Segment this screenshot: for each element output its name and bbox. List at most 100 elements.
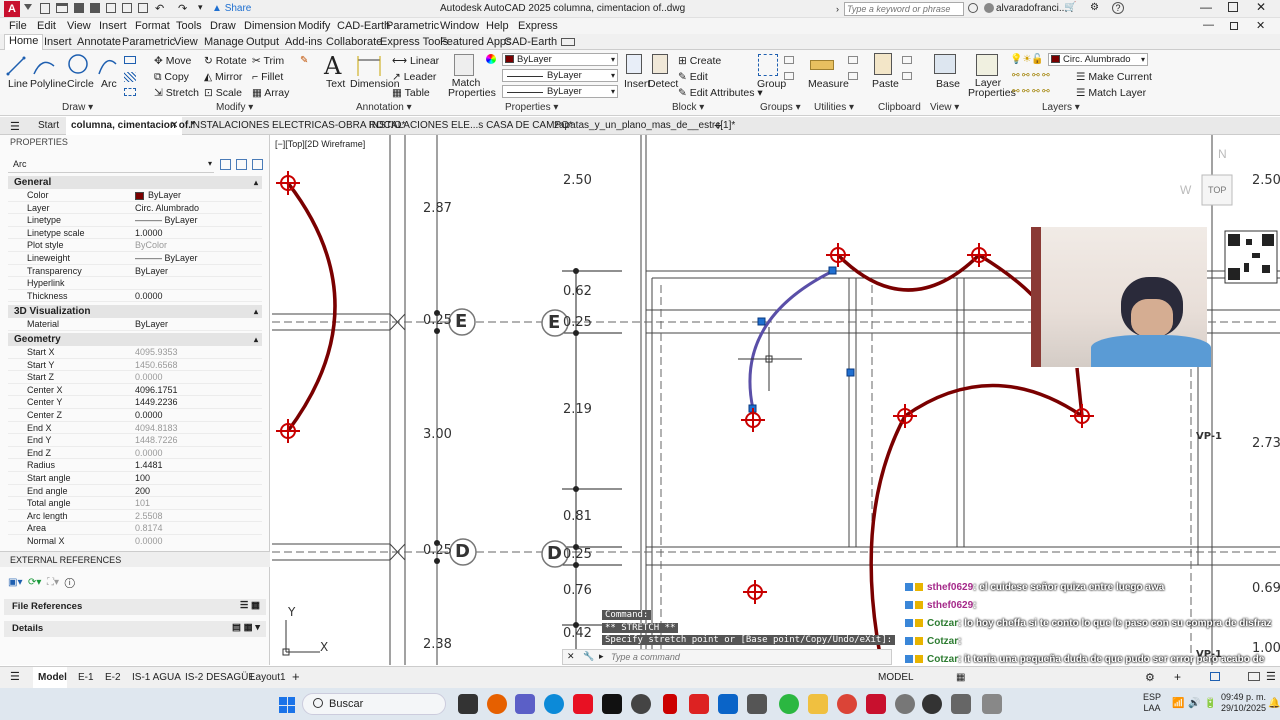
file-explorer-icon[interactable] [808,694,828,714]
doc-tab-close-icon[interactable]: ✕ [170,120,178,131]
save-as-icon[interactable] [90,3,100,13]
doc-restore-button[interactable] [1230,22,1238,30]
match-properties-icon[interactable] [454,54,474,76]
xref-toolbar[interactable]: ▣▾ ⟳▾ ⛶▾ ⓘ [8,577,75,588]
share-button[interactable]: ▲ Share [212,3,251,14]
linetype-dropdown[interactable]: ByLayer ▾ [502,85,618,98]
outlook-icon[interactable] [718,694,738,714]
menu-tools[interactable]: Tools [176,20,202,32]
undo-icon[interactable]: ↶ [155,2,164,15]
notification-bell-icon[interactable]: 🔔 [1268,698,1280,709]
property-row[interactable]: End angle 200 [8,485,262,498]
property-row[interactable]: Center X 4096.1751 [8,384,262,397]
measure-button[interactable]: Measure [808,78,849,90]
menu-edit[interactable]: Edit [37,20,56,32]
menu-file[interactable]: File [9,20,27,32]
menu-draw[interactable]: Draw [210,20,236,32]
property-value[interactable]: 4094.8183 [135,422,178,435]
layout-tab-e2[interactable]: E-2 [105,672,121,683]
property-row[interactable]: End Z 0.0000 [8,447,262,460]
tab-parametric[interactable]: Parametric [122,36,175,48]
tiktok-icon[interactable] [602,694,622,714]
property-row[interactable]: Center Y 1449.2236 [8,396,262,409]
app-icon[interactable] [631,694,651,714]
layer-dropdown[interactable]: Circ. Alumbrado ▾ [1048,53,1148,66]
help-icon[interactable]: ? [1112,2,1124,14]
view-panel-label[interactable]: View ▾ [930,102,959,113]
teams-icon[interactable] [515,694,535,714]
whatsapp-icon[interactable] [779,694,799,714]
base-view-button[interactable]: Base [936,78,960,90]
command-close-icon[interactable]: ✕ [567,651,575,662]
cart-icon[interactable]: 🛒 [1064,2,1076,13]
wifi-icon[interactable]: 📶 [1172,698,1184,709]
copy-clip-icon[interactable] [902,56,912,64]
property-row[interactable]: Arc length 2.5508 [8,510,262,523]
property-row[interactable]: Start Z 0.0000 [8,371,262,384]
leader-button[interactable]: ↗ Leader [392,71,436,83]
clock[interactable]: 09:49 p. m. 29/10/2025 [1210,692,1266,714]
refresh-icon[interactable]: ⟳▾ [28,577,41,588]
ribbon-options-icon[interactable] [561,38,575,46]
quick-select-icon[interactable] [848,56,858,64]
layer-tools-icons-2[interactable]: ⚯ ⚯ ⚯ ⚯ [1012,86,1050,97]
menu-express[interactable]: Express [518,20,558,32]
arc-icon[interactable] [96,54,118,78]
attach-icon[interactable]: ▣▾ [8,577,22,588]
command-line[interactable]: ✕ 🔧 ▸ [562,649,892,665]
app-3-icon[interactable] [951,694,971,714]
polyline-icon[interactable] [32,54,56,78]
group-icon[interactable] [758,54,778,76]
new-icon[interactable] [40,3,50,14]
tab-output[interactable]: Output [246,36,279,48]
property-value[interactable]: 0.0000 [135,409,163,422]
xref-help-icon[interactable]: ⓘ [65,577,75,588]
table-button[interactable]: ▦ Table [392,87,430,99]
hardware-accel-icon[interactable] [1210,672,1220,681]
taskbar-search[interactable]: Buscar [302,693,446,715]
app-menu-chevron-icon[interactable] [24,4,32,12]
menu-view[interactable]: View [67,20,91,32]
line-icon[interactable] [6,54,26,78]
circle-icon[interactable] [66,52,90,76]
menu-cad-earth[interactable]: CAD-Earth [337,20,390,32]
property-value[interactable]: 0.0000 [135,447,163,460]
annotation-panel-label[interactable]: Annotation ▾ [356,102,412,113]
menu-dimension[interactable]: Dimension [244,20,296,32]
make-current-button[interactable]: ☰ Make Current [1076,71,1152,83]
office-icon[interactable] [573,694,593,714]
grid-toggle-icon[interactable]: ▦ [956,672,965,683]
change-path-icon[interactable]: ⛶▾ [47,577,59,588]
menu-help[interactable]: Help [486,20,509,32]
stretch-button[interactable]: ⇲ Stretch [154,87,199,99]
scale-button[interactable]: ⊡ Scale [204,87,242,99]
menu-window[interactable]: Window [440,20,479,32]
tab-featured-apps[interactable]: Featured Apps [440,36,512,48]
minimize-button[interactable]: — [1200,0,1212,14]
property-value[interactable]: 100 [135,472,150,485]
edge-icon[interactable] [544,694,564,714]
polyline-button[interactable]: Polyline [30,78,67,90]
maximize-button[interactable] [1228,2,1238,12]
drawing-canvas[interactable]: [−][Top][2D Wireframe] 2.87 3.00 2.38 0.… [272,135,1280,665]
group-button[interactable]: Group [757,78,786,90]
start-icon[interactable] [279,697,295,713]
tab-view[interactable]: View [174,36,198,48]
save-web-icon[interactable] [122,3,132,13]
close-button[interactable]: ✕ [1256,0,1266,14]
trim-button[interactable]: ✂ Trim [252,55,284,67]
text-icon[interactable]: A [324,52,341,80]
media-icon[interactable] [747,694,767,714]
layer-tools-icons[interactable]: ⚯ ⚯ ⚯ ⚯ [1012,70,1050,81]
property-row[interactable]: Normal X 0.0000 [8,535,262,545]
edit-block-button[interactable]: ✎ Edit [678,71,708,83]
autocad-taskbar-icon[interactable] [866,694,886,714]
erase-icon[interactable]: ✎ [300,55,308,66]
properties-panel-label[interactable]: Properties ▾ [505,102,558,113]
viewcube-west[interactable]: W [1180,183,1191,197]
detect-button[interactable]: Detect [648,78,678,90]
layer-properties-icon[interactable] [976,54,998,76]
modify-panel-label[interactable]: Modify ▾ [216,102,253,113]
rotate-button[interactable]: ↻ Rotate [204,55,247,67]
doc-tab-zapatas[interactable]: zapatas_y_un_plano_mas_de__estrc[1]* [540,120,735,131]
